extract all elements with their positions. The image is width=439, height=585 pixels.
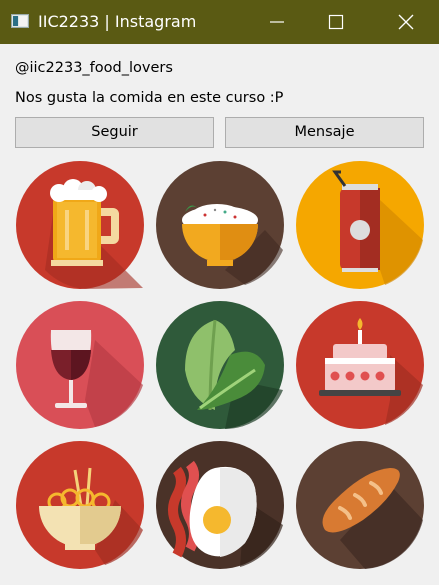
close-button[interactable] [383,0,429,44]
beer-mug-icon [16,161,144,289]
app-icon [11,14,29,28]
message-button[interactable]: Mensaje [225,117,424,148]
maximize-icon [328,14,344,30]
post-lettuce[interactable] [155,300,285,430]
title-bar: IIC2233 | Instagram [0,0,439,44]
egg-bacon-icon [156,441,284,569]
profile-bio: Nos gusta la comida en este curso :P [15,90,284,106]
lettuce-icon [156,301,284,429]
rice-bowl-icon [156,161,284,289]
close-icon [398,14,414,30]
post-rice-bowl[interactable] [155,160,285,290]
post-noodles[interactable] [15,440,145,570]
post-soda[interactable] [295,160,425,290]
profile-handle: @iic2233_food_lovers [15,60,173,76]
post-beer[interactable] [15,160,145,290]
post-cake[interactable] [295,300,425,430]
birthday-cake-icon [296,301,424,429]
wine-glass-icon [16,301,144,429]
maximize-button[interactable] [313,0,359,44]
posts-grid [0,160,439,585]
window-title: IIC2233 | Instagram [38,12,197,31]
minimize-icon [270,21,284,23]
soda-can-icon [296,161,424,289]
bread-icon [296,441,424,569]
noodles-bowl-icon [16,441,144,569]
follow-button[interactable]: Seguir [15,117,214,148]
post-egg-bacon[interactable] [155,440,285,570]
minimize-button[interactable] [254,0,300,44]
post-bread[interactable] [295,440,425,570]
post-wine[interactable] [15,300,145,430]
